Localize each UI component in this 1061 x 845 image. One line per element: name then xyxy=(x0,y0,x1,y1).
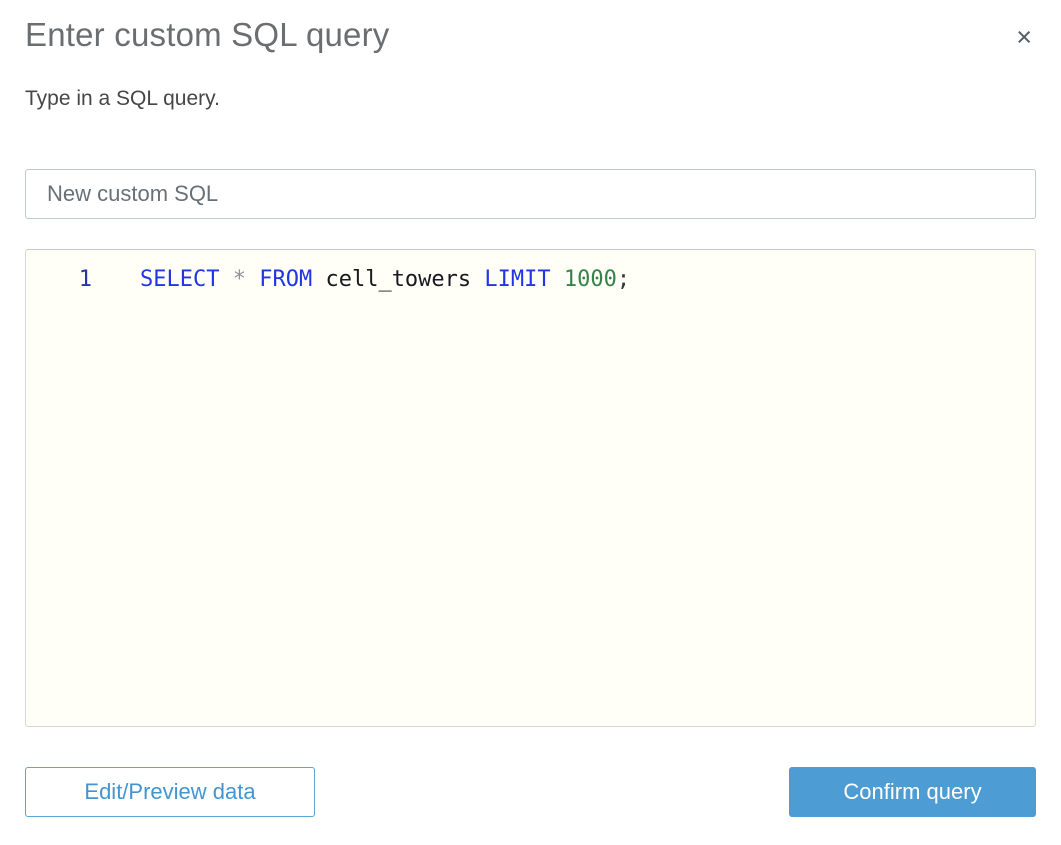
sql-name-input[interactable] xyxy=(25,169,1036,219)
dialog-header: Enter custom SQL query × xyxy=(25,0,1036,57)
dialog-subtitle: Type in a SQL query. xyxy=(25,87,220,110)
sql-token-keyword: FROM xyxy=(259,267,313,292)
sql-token-space xyxy=(246,267,259,292)
line-number: 1 xyxy=(78,267,92,292)
confirm-query-button[interactable]: Confirm query xyxy=(789,767,1036,817)
sql-token-number: 1000 xyxy=(563,267,617,292)
sql-token-keyword: LIMIT xyxy=(484,267,551,292)
sql-token-operator: * xyxy=(232,267,246,292)
sql-query-line: SELECT * FROM cell_towers LIMIT 1000; xyxy=(140,265,1035,295)
sql-token-semicolon: ; xyxy=(616,267,631,292)
sql-token-space xyxy=(551,267,564,292)
page-title: Enter custom SQL query xyxy=(25,16,390,53)
sql-token-identifier: cell_towers xyxy=(312,267,485,292)
sql-code-editor[interactable]: 1 SELECT * FROM cell_towers LIMIT 1000; xyxy=(25,249,1036,727)
sql-token-space xyxy=(219,267,232,292)
dialog-footer: Edit/Preview data Confirm query xyxy=(25,767,1036,817)
sql-token-keyword: SELECT xyxy=(140,267,220,292)
editor-gutter: 1 xyxy=(26,265,92,726)
edit-preview-data-button[interactable]: Edit/Preview data xyxy=(25,767,315,817)
editor-code-area: SELECT * FROM cell_towers LIMIT 1000; xyxy=(92,265,1035,726)
custom-sql-dialog: Enter custom SQL query × Type in a SQL q… xyxy=(0,0,1061,845)
close-icon[interactable]: × xyxy=(1012,18,1036,57)
